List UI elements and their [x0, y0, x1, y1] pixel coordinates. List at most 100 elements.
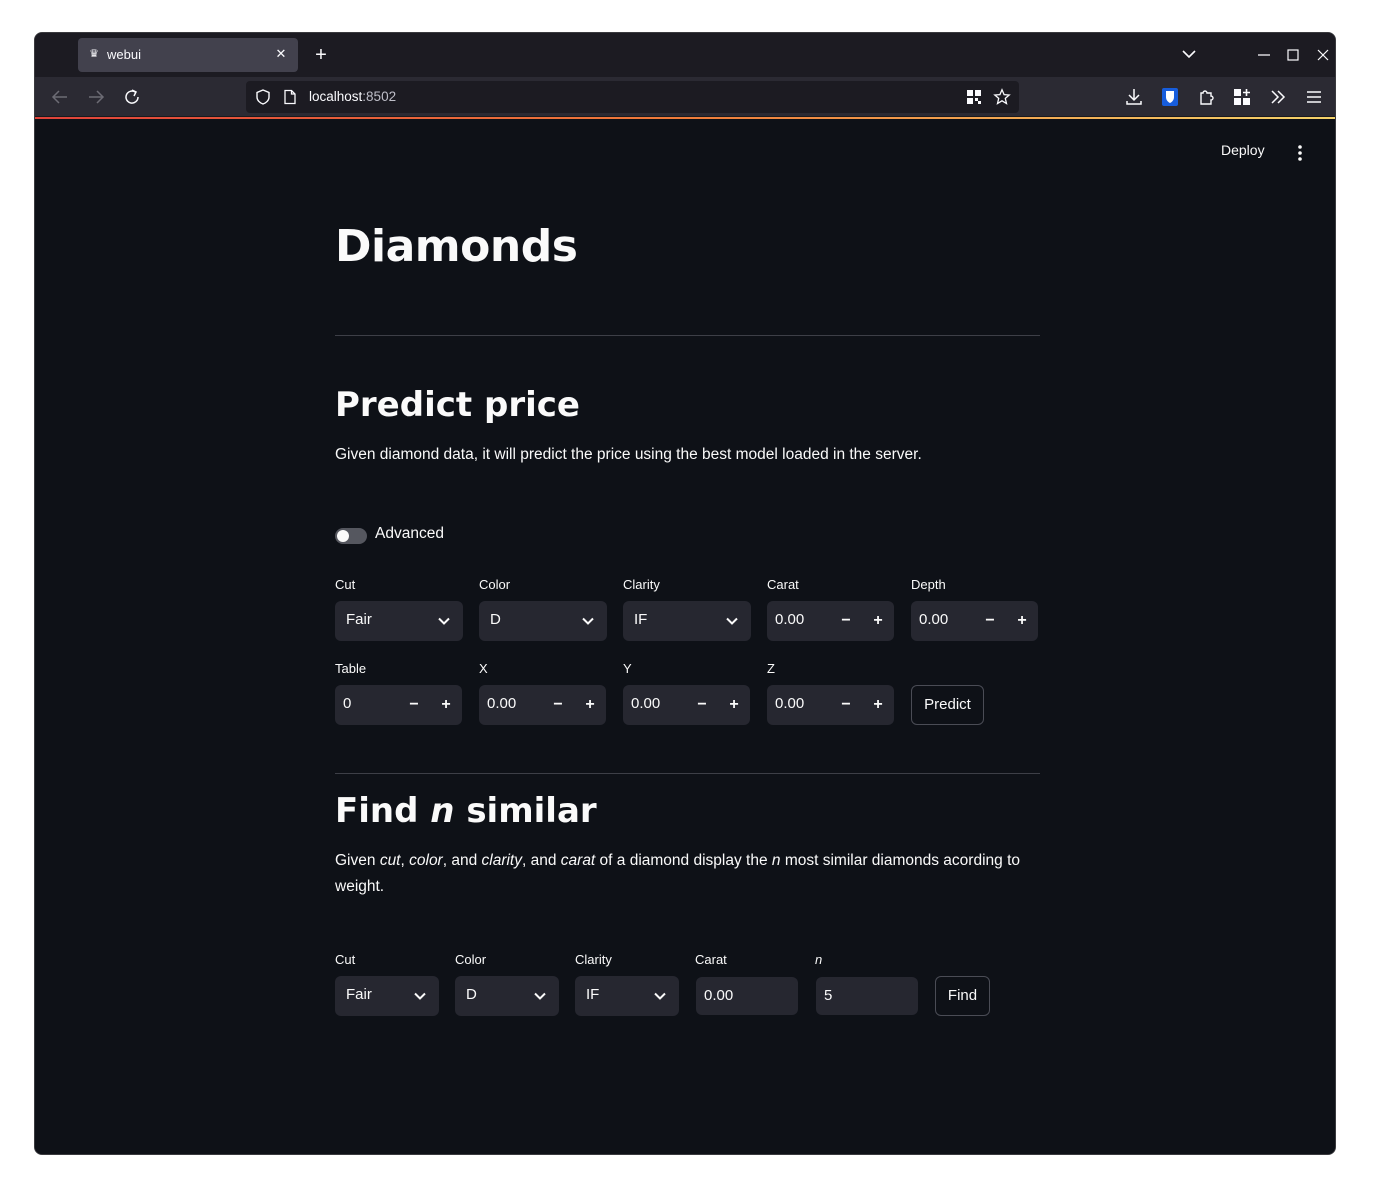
x-value[interactable]: 0.00 — [487, 695, 516, 712]
url-text: localhost:8502 — [309, 89, 397, 104]
decrement-icon[interactable]: − — [980, 611, 1000, 631]
bitwarden-shield-icon[interactable] — [1158, 85, 1182, 109]
similar-clarity-select[interactable]: IF — [575, 976, 679, 1016]
table-input[interactable]: 0 − + — [335, 685, 462, 725]
increment-icon[interactable]: + — [580, 695, 600, 715]
decrement-icon[interactable]: − — [548, 695, 568, 715]
increment-icon[interactable]: + — [436, 695, 456, 715]
carat-label: Carat — [767, 577, 799, 592]
forward-icon[interactable] — [84, 85, 108, 109]
clarity-value: IF — [634, 611, 648, 628]
bookmark-star-icon[interactable] — [993, 88, 1011, 106]
similar-clarity-label: Clarity — [575, 952, 612, 967]
tab-strip: ♛ webui ✕ + — [35, 33, 1335, 77]
carat-value[interactable]: 0.00 — [775, 611, 804, 628]
shield-icon[interactable] — [254, 88, 272, 106]
clarity-label: Clarity — [623, 577, 660, 592]
page-icon[interactable] — [282, 89, 298, 105]
decrement-icon[interactable]: − — [836, 695, 856, 715]
depth-value[interactable]: 0.00 — [919, 611, 948, 628]
navigation-toolbar: localhost:8502 — [35, 77, 1335, 117]
more-tools-chevrons-icon[interactable] — [1266, 85, 1290, 109]
new-tab-icon[interactable]: + — [310, 44, 332, 66]
y-value[interactable]: 0.00 — [631, 695, 660, 712]
similar-cut-value: Fair — [346, 986, 372, 1003]
chevron-down-icon — [726, 617, 738, 625]
z-label: Z — [767, 661, 775, 676]
address-bar[interactable]: localhost:8502 — [246, 81, 1019, 113]
reload-icon[interactable] — [120, 85, 144, 109]
predict-description: Given diamond data, it will predict the … — [335, 446, 922, 463]
streamlit-crown-icon: ♛ — [89, 48, 99, 60]
qr-code-icon[interactable] — [966, 89, 982, 105]
table-value[interactable]: 0 — [343, 695, 351, 712]
cut-value: Fair — [346, 611, 372, 628]
z-value[interactable]: 0.00 — [775, 695, 804, 712]
n-input[interactable]: 5 — [816, 977, 918, 1015]
page-title: Diamonds — [335, 221, 578, 272]
back-icon[interactable] — [48, 85, 72, 109]
similar-color-label: Color — [455, 952, 487, 967]
increment-icon[interactable]: + — [724, 695, 744, 715]
similar-cut-select[interactable]: Fair — [335, 976, 439, 1016]
hamburger-menu-icon[interactable] — [1302, 85, 1326, 109]
predict-button[interactable]: Predict — [911, 685, 984, 725]
deploy-button[interactable]: Deploy — [1221, 142, 1265, 158]
increment-icon[interactable]: + — [868, 695, 888, 715]
similar-heading: Find n similar — [335, 791, 597, 831]
chevron-down-icon — [438, 617, 450, 625]
divider — [335, 335, 1040, 336]
divider — [335, 773, 1040, 774]
clarity-select[interactable]: IF — [623, 601, 751, 641]
browser-window: ♛ webui ✕ + localhost:8502 Deploy Diamon… — [34, 32, 1336, 1155]
y-label: Y — [623, 661, 632, 676]
chevron-down-icon — [534, 992, 546, 1000]
toggle-knob — [337, 530, 349, 542]
similar-description: Given cut, color, and clarity, and carat… — [335, 852, 1021, 895]
list-all-tabs-icon[interactable] — [1179, 44, 1199, 64]
table-label: Table — [335, 661, 367, 676]
decrement-icon[interactable]: − — [404, 695, 424, 715]
increment-icon[interactable]: + — [868, 611, 888, 631]
similar-color-value: D — [466, 986, 477, 1003]
similar-carat-value[interactable]: 0.00 — [704, 987, 733, 1004]
predict-heading: Predict price — [335, 385, 580, 425]
carat-input[interactable]: 0.00 − + — [767, 601, 894, 641]
find-button-label: Find — [947, 987, 978, 1004]
advanced-toggle[interactable] — [335, 528, 367, 544]
close-window-icon[interactable] — [1311, 43, 1335, 67]
predict-button-label: Predict — [924, 696, 971, 713]
color-select[interactable]: D — [479, 601, 607, 641]
color-label: Color — [479, 577, 511, 592]
y-input[interactable]: 0.00 − + — [623, 685, 750, 725]
similar-color-select[interactable]: D — [455, 976, 559, 1016]
z-input[interactable]: 0.00 − + — [767, 685, 894, 725]
decrement-icon[interactable]: − — [692, 695, 712, 715]
decrement-icon[interactable]: − — [836, 611, 856, 631]
chevron-down-icon — [582, 617, 594, 625]
tab-title: webui — [107, 47, 141, 62]
apps-grid-icon[interactable] — [1230, 85, 1254, 109]
depth-input[interactable]: 0.00 − + — [911, 601, 1038, 641]
tab-webui[interactable]: ♛ webui ✕ — [78, 38, 298, 72]
minimize-icon[interactable] — [1252, 43, 1276, 67]
n-value[interactable]: 5 — [824, 987, 832, 1004]
chevron-down-icon — [414, 992, 426, 1000]
extensions-icon[interactable] — [1195, 85, 1219, 109]
similar-clarity-value: IF — [586, 986, 600, 1003]
color-value: D — [490, 611, 501, 628]
main-menu-icon[interactable] — [1291, 143, 1309, 163]
x-input[interactable]: 0.00 − + — [479, 685, 606, 725]
maximize-icon[interactable] — [1281, 43, 1305, 67]
x-label: X — [479, 661, 488, 676]
similar-carat-input[interactable]: 0.00 — [696, 977, 798, 1015]
close-tab-icon[interactable]: ✕ — [272, 45, 290, 63]
cut-select[interactable]: Fair — [335, 601, 463, 641]
depth-label: Depth — [911, 577, 946, 592]
increment-icon[interactable]: + — [1012, 611, 1032, 631]
app-viewport: Deploy Diamonds Predict price Given diam… — [35, 119, 1335, 1154]
downloads-icon[interactable] — [1122, 85, 1146, 109]
chevron-down-icon — [654, 992, 666, 1000]
find-button[interactable]: Find — [935, 976, 990, 1016]
n-label: n — [815, 952, 823, 967]
